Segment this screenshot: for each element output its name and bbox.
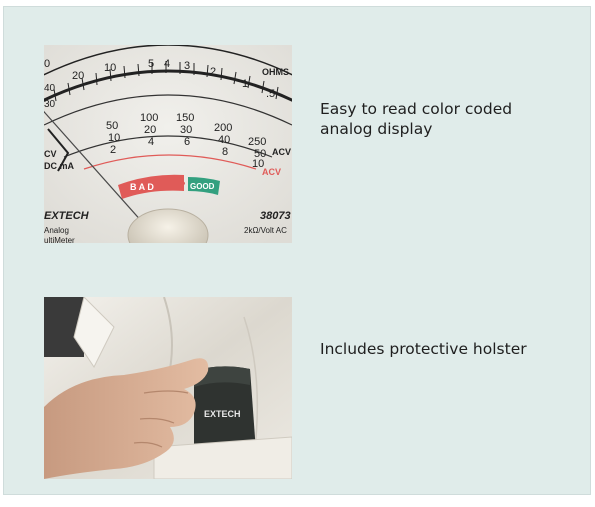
dial-mid-40: 40	[218, 134, 230, 146]
dial-scale-30: 30	[44, 99, 56, 110]
dial-mid-200: 200	[214, 122, 232, 134]
dial-mid-20: 20	[144, 124, 156, 136]
dial-scale-0: 0	[44, 58, 50, 70]
dial-scale-5: 5	[148, 58, 154, 70]
dial-question-mark: ?	[180, 180, 186, 190]
dial-scale-4: 4	[164, 58, 170, 70]
dial-scale-1: 1	[242, 78, 248, 90]
dial-cv-label: CV	[44, 149, 57, 159]
dial-good-label: GOOD	[190, 182, 215, 191]
dial-scale-10: 10	[104, 62, 116, 74]
holster-caption: Includes protective holster	[320, 339, 527, 359]
dial-bad-label: B A D	[130, 182, 154, 192]
meter-sensitivity-label: 2kΩ/Volt AC	[244, 226, 287, 235]
meter-model-label: 38073	[260, 210, 291, 222]
dial-scale-20: 20	[72, 70, 84, 82]
features-panel: 0 20 10 5 4 3 2 1 .5 OHMS 40 30 50 10 10…	[3, 6, 591, 495]
analog-display-image: 0 20 10 5 4 3 2 1 .5 OHMS 40 30 50 10 10…	[44, 45, 292, 243]
meter-type-line-1: Analog	[44, 226, 69, 235]
dial-ohms-label: OHMS	[262, 67, 289, 77]
dial-acv-red-label: ACV	[262, 167, 281, 177]
dial-scale-half: .5	[266, 88, 275, 100]
dial-low-2: 2	[110, 144, 116, 156]
caption-line: analog display	[320, 120, 433, 138]
dial-scale-2: 2	[210, 66, 216, 78]
dial-mid-30: 30	[180, 124, 192, 136]
dial-low-4: 4	[148, 136, 154, 148]
dial-mid-50: 50	[106, 120, 118, 132]
dial-mid-250: 250	[248, 136, 266, 148]
dial-scale-40: 40	[44, 83, 56, 94]
caption-line: Easy to read color coded	[320, 100, 513, 118]
dial-dcma-label: DC mA	[44, 161, 75, 171]
dial-acv-label: ACV	[272, 147, 291, 157]
meter-brand-label: EXTECH	[44, 210, 90, 222]
analog-display-caption: Easy to read color coded analog display	[320, 99, 512, 139]
caption-line: Includes protective holster	[320, 340, 527, 358]
holster-brand-label: EXTECH	[204, 409, 241, 419]
meter-type-line-2: ultiMeter	[44, 236, 75, 243]
dial-low-6: 6	[184, 136, 190, 148]
dial-mid-150: 150	[176, 112, 194, 124]
dial-scale-3: 3	[184, 60, 190, 72]
dial-mid-100: 100	[140, 112, 158, 124]
holster-image: EXTECH	[44, 297, 292, 479]
dial-mid-10: 10	[108, 132, 120, 144]
dial-low-8: 8	[222, 146, 228, 158]
